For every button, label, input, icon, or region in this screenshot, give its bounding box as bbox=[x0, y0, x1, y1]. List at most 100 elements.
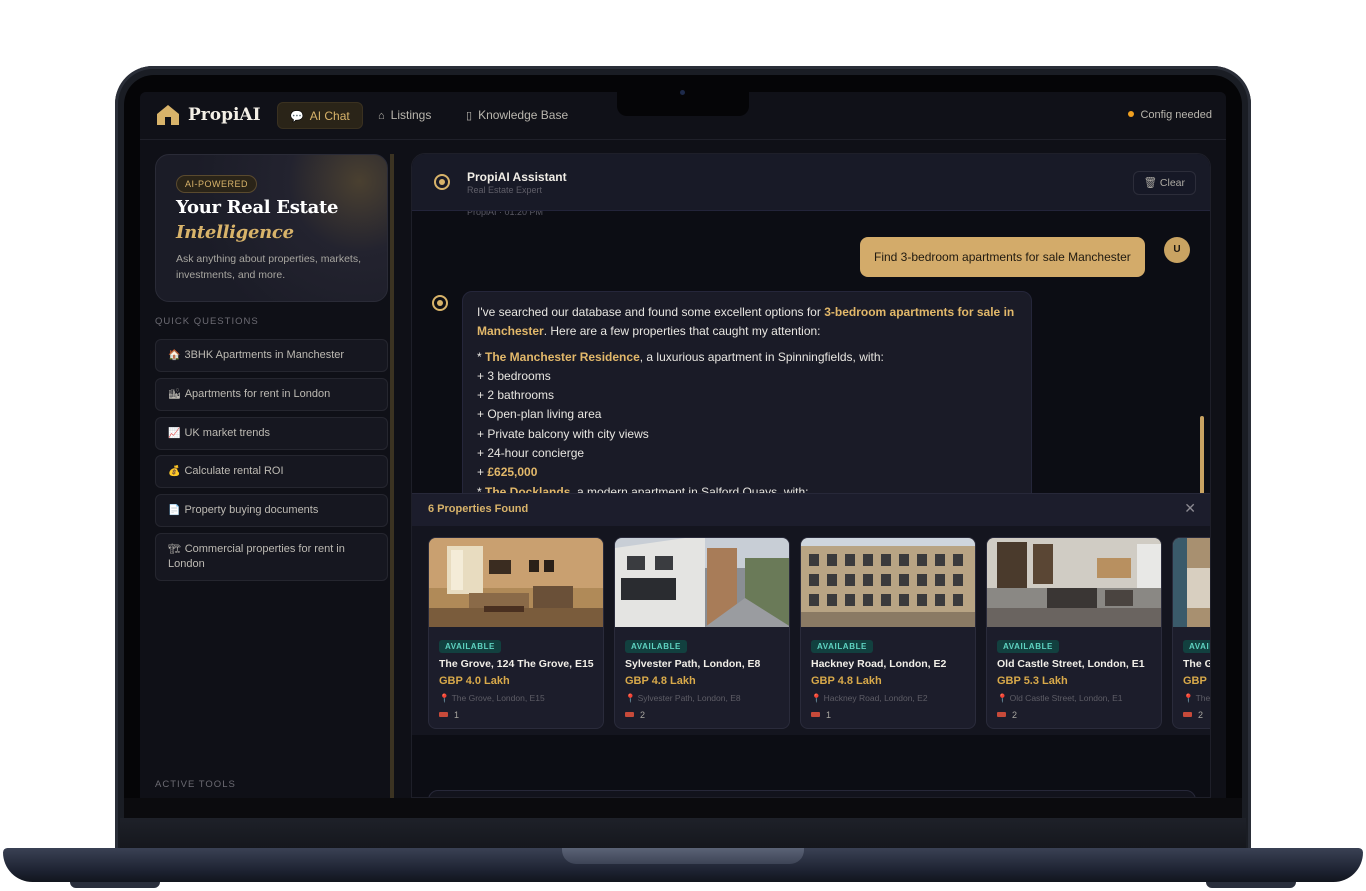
pin-icon: 📍 bbox=[1183, 693, 1194, 703]
property-beds: 1 bbox=[439, 710, 459, 720]
tab-listings[interactable]: ⌂ Listings bbox=[366, 102, 443, 129]
quick-question-item[interactable]: 📈 UK market trends bbox=[155, 417, 388, 450]
property-image bbox=[1173, 538, 1210, 627]
property-beds: 2 bbox=[997, 710, 1017, 720]
feature-line: + 24-hour concierge bbox=[477, 446, 585, 461]
clear-button[interactable]: 🗑 Clear bbox=[1132, 171, 1196, 195]
sidebar: AI-POWERED Your Real Estate Intelligence… bbox=[140, 140, 396, 798]
intro-text-end: . Here are a few properties that caught … bbox=[543, 324, 821, 339]
lid-hinge bbox=[120, 818, 1246, 848]
property-location: 📍 Old Castle Street, London, E1 bbox=[997, 693, 1123, 704]
quick-question-label: UK market trends bbox=[184, 427, 271, 439]
building-icon: 🏗 bbox=[168, 544, 181, 555]
intro-text: I've searched our database and found som… bbox=[477, 305, 825, 319]
status-badge: AVAILABLE bbox=[811, 640, 873, 653]
status-badge: AVAILABLE bbox=[439, 640, 501, 653]
location-text: Sylvester Path, London, E8 bbox=[637, 693, 741, 703]
clear-label: Clear bbox=[1159, 177, 1185, 189]
listing-desc: , a luxurious apartment in Spinningfield… bbox=[639, 349, 884, 364]
config-status[interactable]: Config needed bbox=[1128, 109, 1212, 121]
listing-item: * The Manchester Residence, a luxurious … bbox=[477, 349, 884, 364]
beds-count: 2 bbox=[1012, 710, 1018, 720]
camera-notch bbox=[617, 92, 749, 116]
beds-count: 1 bbox=[454, 710, 460, 720]
user-message: Find 3-bedroom apartments for sale Manch… bbox=[860, 237, 1145, 277]
tab-label: Knowledge Base bbox=[478, 108, 569, 122]
property-price: GBP 5.3 Lakh bbox=[997, 675, 1068, 687]
property-name: Old Castle Street, London, E1 bbox=[997, 658, 1145, 670]
status-text: Config needed bbox=[1140, 109, 1212, 121]
feature-line: + Open-plan living area bbox=[477, 407, 602, 422]
hero-title: Your Real Estate bbox=[176, 197, 339, 218]
status-badge: AVAIL bbox=[1183, 640, 1210, 653]
quick-question-item[interactable]: 🏠 3BHK Apartments in Manchester bbox=[155, 339, 388, 372]
listing-name: The Manchester Residence bbox=[485, 349, 640, 364]
beds-count: 1 bbox=[826, 710, 832, 720]
sidebar-resize-handle[interactable] bbox=[390, 154, 394, 798]
quick-question-item[interactable]: 🏙 Apartments for rent in London bbox=[155, 378, 388, 411]
property-image bbox=[801, 538, 975, 627]
property-card[interactable]: AVAILABLE Hackney Road, London, E2 GBP 4… bbox=[800, 537, 976, 729]
property-price: GBP 4.0 Lakh bbox=[439, 675, 510, 687]
property-beds: 1 bbox=[811, 710, 831, 720]
quick-question-label: Calculate rental ROI bbox=[184, 465, 284, 477]
hero-card: AI-POWERED Your Real Estate Intelligence… bbox=[155, 154, 388, 302]
property-name: Hackney Road, London, E2 bbox=[811, 658, 947, 670]
pin-icon: 📍 bbox=[439, 693, 450, 703]
hero-subtitle: Ask anything about properties, markets, … bbox=[176, 253, 362, 281]
city-icon: 🏙 bbox=[168, 389, 181, 400]
property-card[interactable]: AVAILABLE Sylvester Path, London, E8 GBP… bbox=[614, 537, 790, 729]
quick-question-label: 3BHK Apartments in Manchester bbox=[184, 349, 345, 361]
quick-question-item[interactable]: 💰 Calculate rental ROI bbox=[155, 455, 388, 488]
assistant-avatar-icon bbox=[432, 295, 448, 311]
tab-label: Listings bbox=[390, 108, 432, 122]
app-screen: PropiAI 💬 AI Chat ⌂ Listings ▯ Knowledge Ba… bbox=[140, 92, 1226, 798]
property-price: GBP 4.8 Lakh bbox=[625, 675, 696, 687]
user-avatar: U bbox=[1164, 237, 1190, 263]
property-name: The Grove, 124 The Grove, E15 bbox=[439, 658, 594, 670]
status-badge: AVAILABLE bbox=[625, 640, 687, 653]
properties-header: 6 Properties Found ✕ bbox=[412, 494, 1210, 526]
trackpad-notch bbox=[562, 848, 804, 864]
laptop-foot-left bbox=[70, 882, 160, 888]
property-image bbox=[615, 538, 789, 627]
property-card[interactable]: AVAILABLE The Grove, 124 The Grove, E15 … bbox=[428, 537, 604, 729]
property-name: The G bbox=[1183, 658, 1211, 670]
assistant-role: Real Estate Expert bbox=[467, 185, 543, 195]
feature-line: + 3 bedrooms bbox=[477, 368, 551, 383]
pin-icon: 📍 bbox=[625, 693, 636, 703]
house-icon: 🏠 bbox=[168, 350, 181, 361]
document-icon: ▯ bbox=[466, 110, 473, 122]
chat-icon: 💬 bbox=[290, 111, 304, 123]
app-logo[interactable]: PropiAI bbox=[188, 105, 261, 125]
money-bag-icon: 💰 bbox=[168, 466, 181, 477]
property-image bbox=[987, 538, 1161, 627]
property-location: 📍 Hackney Road, London, E2 bbox=[811, 693, 928, 704]
chat-scrollbar[interactable] bbox=[1200, 416, 1204, 496]
bed-icon bbox=[625, 712, 634, 717]
quick-question-label: Property buying documents bbox=[184, 504, 319, 516]
price-prefix: + bbox=[477, 465, 488, 480]
tab-knowledge-base[interactable]: ▯ Knowledge Base bbox=[454, 102, 580, 129]
tab-ai-chat[interactable]: 💬 AI Chat bbox=[277, 102, 363, 129]
location-text: The Grove, London, E15 bbox=[451, 693, 545, 703]
quick-question-item[interactable]: 🏗 Commercial properties for rent in Londo… bbox=[155, 533, 388, 581]
quick-question-item[interactable]: 📄 Property buying documents bbox=[155, 494, 388, 527]
location-text: Old Castle Street, London, E1 bbox=[1009, 693, 1123, 703]
property-card[interactable]: AVAIL The G GBP 5 📍The 2 bbox=[1172, 537, 1211, 729]
feature-line: + Private balcony with city views bbox=[477, 426, 649, 441]
active-tools-label: ACTIVE TOOLS bbox=[155, 779, 236, 790]
assistant-logo-icon bbox=[434, 174, 450, 190]
listing-price: £625,000 bbox=[487, 465, 538, 480]
property-location: 📍 The Grove, London, E15 bbox=[439, 693, 545, 704]
hero-title-highlight: Intelligence bbox=[176, 222, 294, 243]
chat-panel: PropiAI · 01:20 PM Find 3-bedroom apartm… bbox=[411, 153, 1211, 798]
location-text: Hackney Road, London, E2 bbox=[823, 693, 928, 703]
close-icon[interactable]: ✕ bbox=[1184, 500, 1196, 517]
quick-question-label: Apartments for rent in London bbox=[184, 388, 331, 400]
bed-icon bbox=[997, 712, 1006, 717]
property-card[interactable]: AVAILABLE Old Castle Street, London, E1 … bbox=[986, 537, 1162, 729]
chat-input[interactable] bbox=[428, 790, 1196, 797]
screen-chin bbox=[124, 798, 1242, 818]
camera-icon bbox=[680, 90, 685, 95]
